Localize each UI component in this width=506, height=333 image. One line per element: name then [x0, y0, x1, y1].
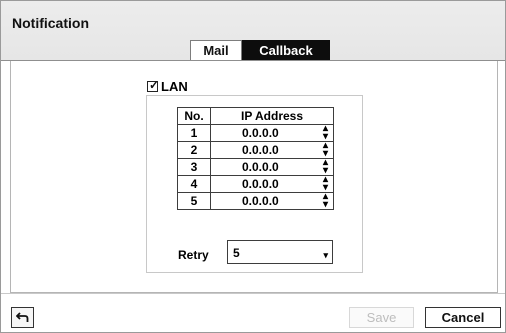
lan-label: LAN: [161, 79, 188, 94]
table-row: 5 0.0.0.0 ▴ ▾: [177, 192, 334, 210]
ip-address-field[interactable]: 0.0.0.0 ▴ ▾: [210, 124, 334, 142]
spinner-arrows-icon[interactable]: ▴ ▾: [323, 158, 328, 176]
column-header-ip-address: IP Address: [210, 107, 334, 125]
ip-address-value[interactable]: 0.0.0.0: [242, 142, 279, 158]
ip-address-table: No. IP Address 1 0.0.0.0 ▴ ▾ 2 0.0.0.0 ▴ ▾ 3…: [177, 107, 334, 210]
ip-address-value[interactable]: 0.0.0.0: [242, 159, 279, 175]
tab-bar: Mail Callback: [190, 40, 330, 60]
row-number: 1: [177, 124, 211, 142]
table-row: 2 0.0.0.0 ▴ ▾: [177, 141, 334, 159]
ip-address-value[interactable]: 0.0.0.0: [242, 125, 279, 141]
table-row: 3 0.0.0.0 ▴ ▾: [177, 158, 334, 176]
notification-window: Notification Mail Callback ✓ LAN No. IP …: [0, 0, 506, 333]
spinner-arrows-icon[interactable]: ▴ ▾: [323, 175, 328, 193]
table-row: 4 0.0.0.0 ▴ ▾: [177, 175, 334, 193]
lan-checkbox-row[interactable]: ✓ LAN: [147, 78, 188, 94]
ip-address-field[interactable]: 0.0.0.0 ▴ ▾: [210, 192, 334, 210]
ip-address-value[interactable]: 0.0.0.0: [242, 193, 279, 209]
tab-mail[interactable]: Mail: [190, 40, 242, 60]
spinner-arrows-icon[interactable]: ▴ ▾: [323, 124, 328, 142]
retry-label: Retry: [178, 248, 209, 262]
ip-address-field[interactable]: 0.0.0.0 ▴ ▾: [210, 175, 334, 193]
footer-divider: [1, 293, 505, 294]
dropdown-caret-icon: ▾: [323, 250, 328, 260]
row-number: 3: [177, 158, 211, 176]
window-title: Notification: [12, 15, 89, 31]
tab-callback[interactable]: Callback: [242, 40, 330, 60]
row-number: 2: [177, 141, 211, 159]
cancel-button[interactable]: Cancel: [425, 307, 501, 328]
row-number: 4: [177, 175, 211, 193]
spinner-arrows-icon[interactable]: ▴ ▾: [323, 141, 328, 159]
lan-checkbox[interactable]: ✓: [147, 78, 160, 92]
ip-address-field[interactable]: 0.0.0.0 ▴ ▾: [210, 158, 334, 176]
retry-value: 5: [233, 246, 240, 260]
back-button[interactable]: [11, 307, 34, 328]
spinner-arrows-icon[interactable]: ▴ ▾: [323, 192, 328, 210]
ip-address-field[interactable]: 0.0.0.0 ▴ ▾: [210, 141, 334, 159]
retry-dropdown[interactable]: 5 ▾: [227, 240, 333, 264]
save-button[interactable]: Save: [349, 307, 414, 328]
checkmark-icon: ✓: [149, 78, 160, 92]
table-row: 1 0.0.0.0 ▴ ▾: [177, 124, 334, 142]
ip-address-value[interactable]: 0.0.0.0: [242, 176, 279, 192]
back-arrow-icon: [16, 312, 29, 322]
column-header-no: No.: [177, 107, 211, 125]
row-number: 5: [177, 192, 211, 210]
table-header-row: No. IP Address: [177, 107, 334, 125]
